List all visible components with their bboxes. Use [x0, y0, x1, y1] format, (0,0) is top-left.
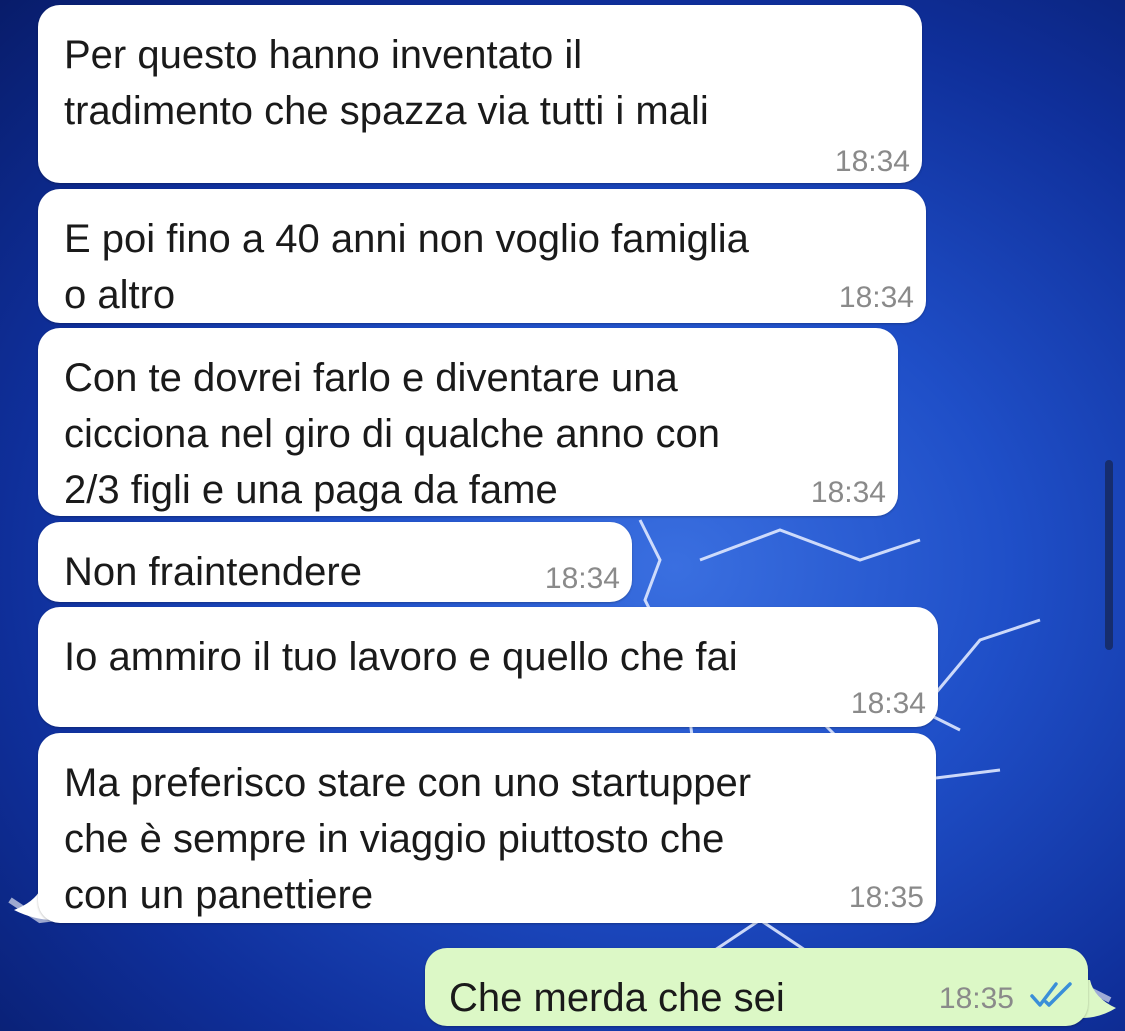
- message-bubble-incoming[interactable]: E poi fino a 40 anni non voglio famiglia…: [38, 189, 926, 323]
- message-time: 18:35: [848, 881, 924, 914]
- double-check-icon: [1030, 982, 1072, 1007]
- message-time: 18:35: [938, 982, 1014, 1015]
- message-text: Non fraintendere: [64, 550, 362, 594]
- message-text: Con te dovrei farlo e diventare una cicc…: [64, 356, 720, 512]
- message-text: Per questo hanno inventato il tradimento…: [64, 33, 709, 133]
- scrollbar[interactable]: [1105, 460, 1113, 650]
- message-text: E poi fino a 40 anni non voglio famiglia…: [64, 217, 749, 317]
- message-time: 18:34: [834, 145, 910, 178]
- message-time: 18:34: [838, 281, 914, 314]
- message-time: 18:34: [810, 476, 886, 509]
- message-time: 18:34: [544, 562, 620, 595]
- message-bubble-incoming[interactable]: Ma preferisco stare con uno startupper c…: [38, 733, 936, 923]
- message-text: Io ammiro il tuo lavoro e quello che fai: [64, 635, 738, 679]
- message-bubble-incoming[interactable]: Non fraintendere 18:34: [38, 522, 632, 602]
- message-bubble-incoming[interactable]: Con te dovrei farlo e diventare una cicc…: [38, 328, 898, 516]
- message-text: Ma preferisco stare con uno startupper c…: [64, 761, 752, 917]
- message-bubble-incoming[interactable]: Io ammiro il tuo lavoro e quello che fai…: [38, 607, 938, 727]
- message-time: 18:34: [850, 687, 926, 720]
- message-bubble-outgoing[interactable]: Che merda che sei 18:35: [425, 948, 1088, 1026]
- message-bubble-incoming[interactable]: Per questo hanno inventato il tradimento…: [38, 5, 922, 183]
